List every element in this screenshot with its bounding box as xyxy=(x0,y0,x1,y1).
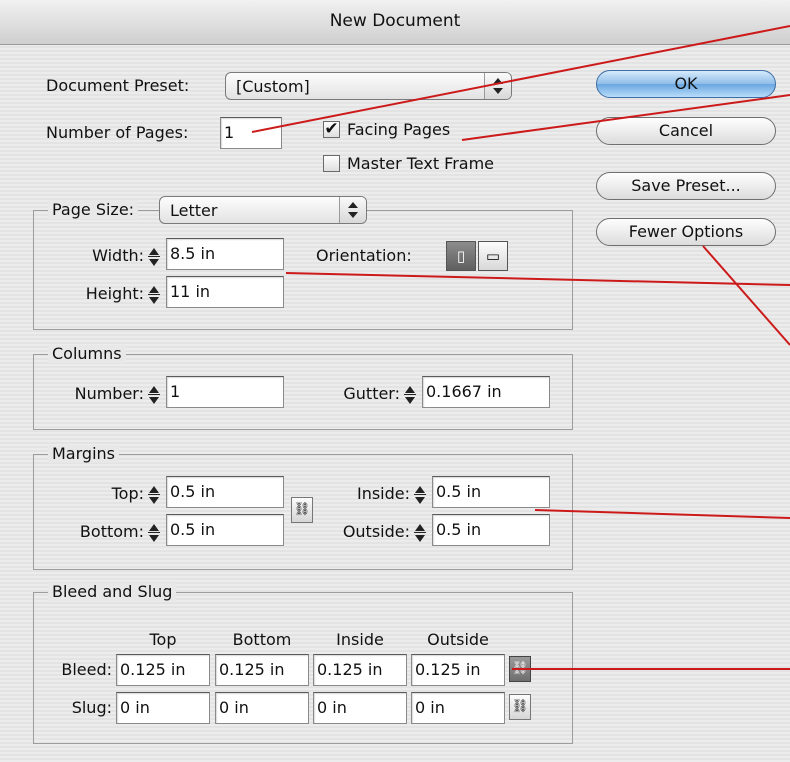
master-text-frame-checkbox[interactable] xyxy=(323,155,340,172)
preset-label: Document Preset: xyxy=(46,76,190,95)
width-stepper-icon[interactable] xyxy=(148,246,160,268)
margin-outside-input[interactable]: 0.5 in xyxy=(432,514,550,546)
slug-outside-input[interactable]: 0 in xyxy=(411,692,505,724)
orientation-label: Orientation: xyxy=(316,246,412,265)
page-size-select[interactable]: Letter xyxy=(159,196,367,224)
dialog-title: New Document xyxy=(329,11,461,31)
slug-bottom-input[interactable]: 0 in xyxy=(215,692,309,724)
select-arrows-icon xyxy=(484,73,511,99)
margin-outside-label: Outside: xyxy=(342,522,410,541)
page-size-label: Page Size: xyxy=(48,200,139,219)
facing-pages-checkbox[interactable]: ✔ xyxy=(323,121,340,138)
page-size-value: Letter xyxy=(170,201,218,220)
col-bottom-header: Bottom xyxy=(232,630,292,649)
height-stepper-icon[interactable] xyxy=(148,284,160,306)
col-outside-header: Outside xyxy=(427,630,489,649)
portrait-orientation-icon[interactable]: ▯ xyxy=(446,241,476,271)
margin-top-input[interactable]: 0.5 in xyxy=(166,476,284,508)
preset-select[interactable]: [Custom] xyxy=(225,72,512,100)
save-preset-button[interactable]: Save Preset... xyxy=(596,172,776,200)
margin-inside-input[interactable]: 0.5 in xyxy=(432,476,550,508)
columns-number-input[interactable]: 1 xyxy=(166,376,284,408)
bleed-inside-input[interactable]: 0.125 in xyxy=(313,654,407,686)
bleed-label: Bleed: xyxy=(61,660,112,679)
columns-stepper-icon[interactable] xyxy=(148,384,160,406)
col-top-header: Top xyxy=(149,630,177,649)
bleed-outside-input[interactable]: 0.125 in xyxy=(411,654,505,686)
preset-value: [Custom] xyxy=(236,77,310,96)
title-bar[interactable]: New Document xyxy=(0,0,790,45)
columns-number-label: Number: xyxy=(74,384,144,403)
gutter-label: Gutter: xyxy=(343,384,400,403)
margin-inside-stepper-icon[interactable] xyxy=(414,484,426,506)
pages-input[interactable]: 1 xyxy=(220,117,282,149)
bleed-link-icon[interactable]: ⛓ xyxy=(509,656,531,682)
slug-top-input[interactable]: 0 in xyxy=(116,692,210,724)
facing-pages-label: Facing Pages xyxy=(347,120,451,139)
margins-title: Margins xyxy=(48,445,119,463)
checkmark-icon: ✔ xyxy=(324,119,339,139)
bleed-slug-title: Bleed and Slug xyxy=(48,583,177,601)
width-label: Width: xyxy=(92,246,144,265)
margin-inside-label: Inside: xyxy=(356,484,410,503)
cancel-button[interactable]: Cancel xyxy=(596,117,776,145)
margin-top-stepper-icon[interactable] xyxy=(148,484,160,506)
margin-outside-stepper-icon[interactable] xyxy=(414,522,426,544)
col-inside-header: Inside xyxy=(336,630,384,649)
height-label: Height: xyxy=(85,284,144,303)
width-input[interactable]: 8.5 in xyxy=(166,238,284,270)
ok-button[interactable]: OK xyxy=(596,70,776,98)
slug-label: Slug: xyxy=(71,698,112,717)
columns-title: Columns xyxy=(48,345,126,363)
height-input[interactable]: 11 in xyxy=(166,276,284,308)
master-text-frame-label: Master Text Frame xyxy=(347,154,495,173)
slug-inside-input[interactable]: 0 in xyxy=(313,692,407,724)
gutter-input[interactable]: 0.1667 in xyxy=(422,376,550,408)
pages-label: Number of Pages: xyxy=(46,123,189,142)
landscape-orientation-icon[interactable]: ▭ xyxy=(478,241,508,271)
margin-top-label: Top: xyxy=(111,484,144,503)
slug-link-icon[interactable]: ⛓ xyxy=(509,694,531,720)
bleed-top-input[interactable]: 0.125 in xyxy=(116,654,210,686)
margin-bottom-label: Bottom: xyxy=(79,522,144,541)
select-arrows-icon xyxy=(339,197,366,223)
fewer-options-button[interactable]: Fewer Options xyxy=(596,218,776,246)
margin-bottom-stepper-icon[interactable] xyxy=(148,522,160,544)
gutter-stepper-icon[interactable] xyxy=(404,384,416,406)
margin-bottom-input[interactable]: 0.5 in xyxy=(166,514,284,546)
bleed-bottom-input[interactable]: 0.125 in xyxy=(215,654,309,686)
